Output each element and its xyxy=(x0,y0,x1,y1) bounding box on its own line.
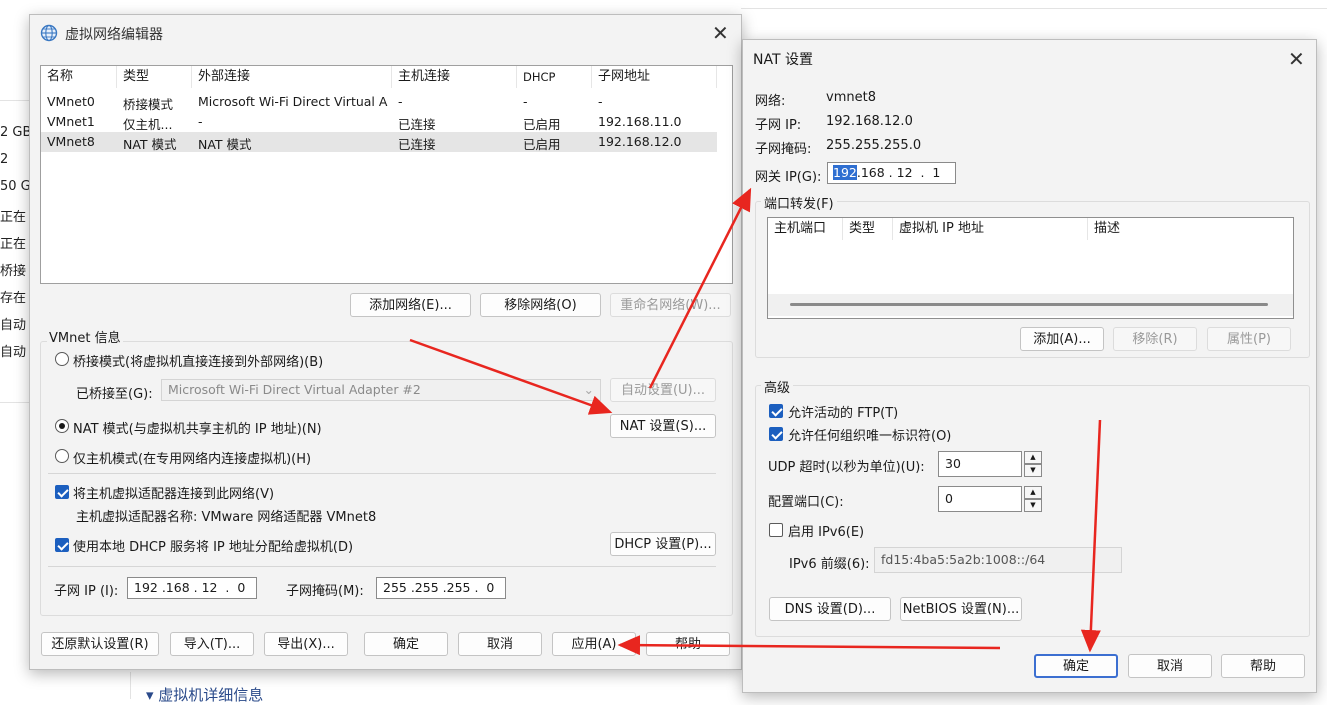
annotation-arrows xyxy=(409,187,1102,656)
arrow-to-apply xyxy=(617,635,1001,656)
arrow-to-ok xyxy=(1080,419,1102,653)
arrow-to-nat-settings xyxy=(409,338,613,415)
arrow-to-gateway xyxy=(648,187,752,389)
